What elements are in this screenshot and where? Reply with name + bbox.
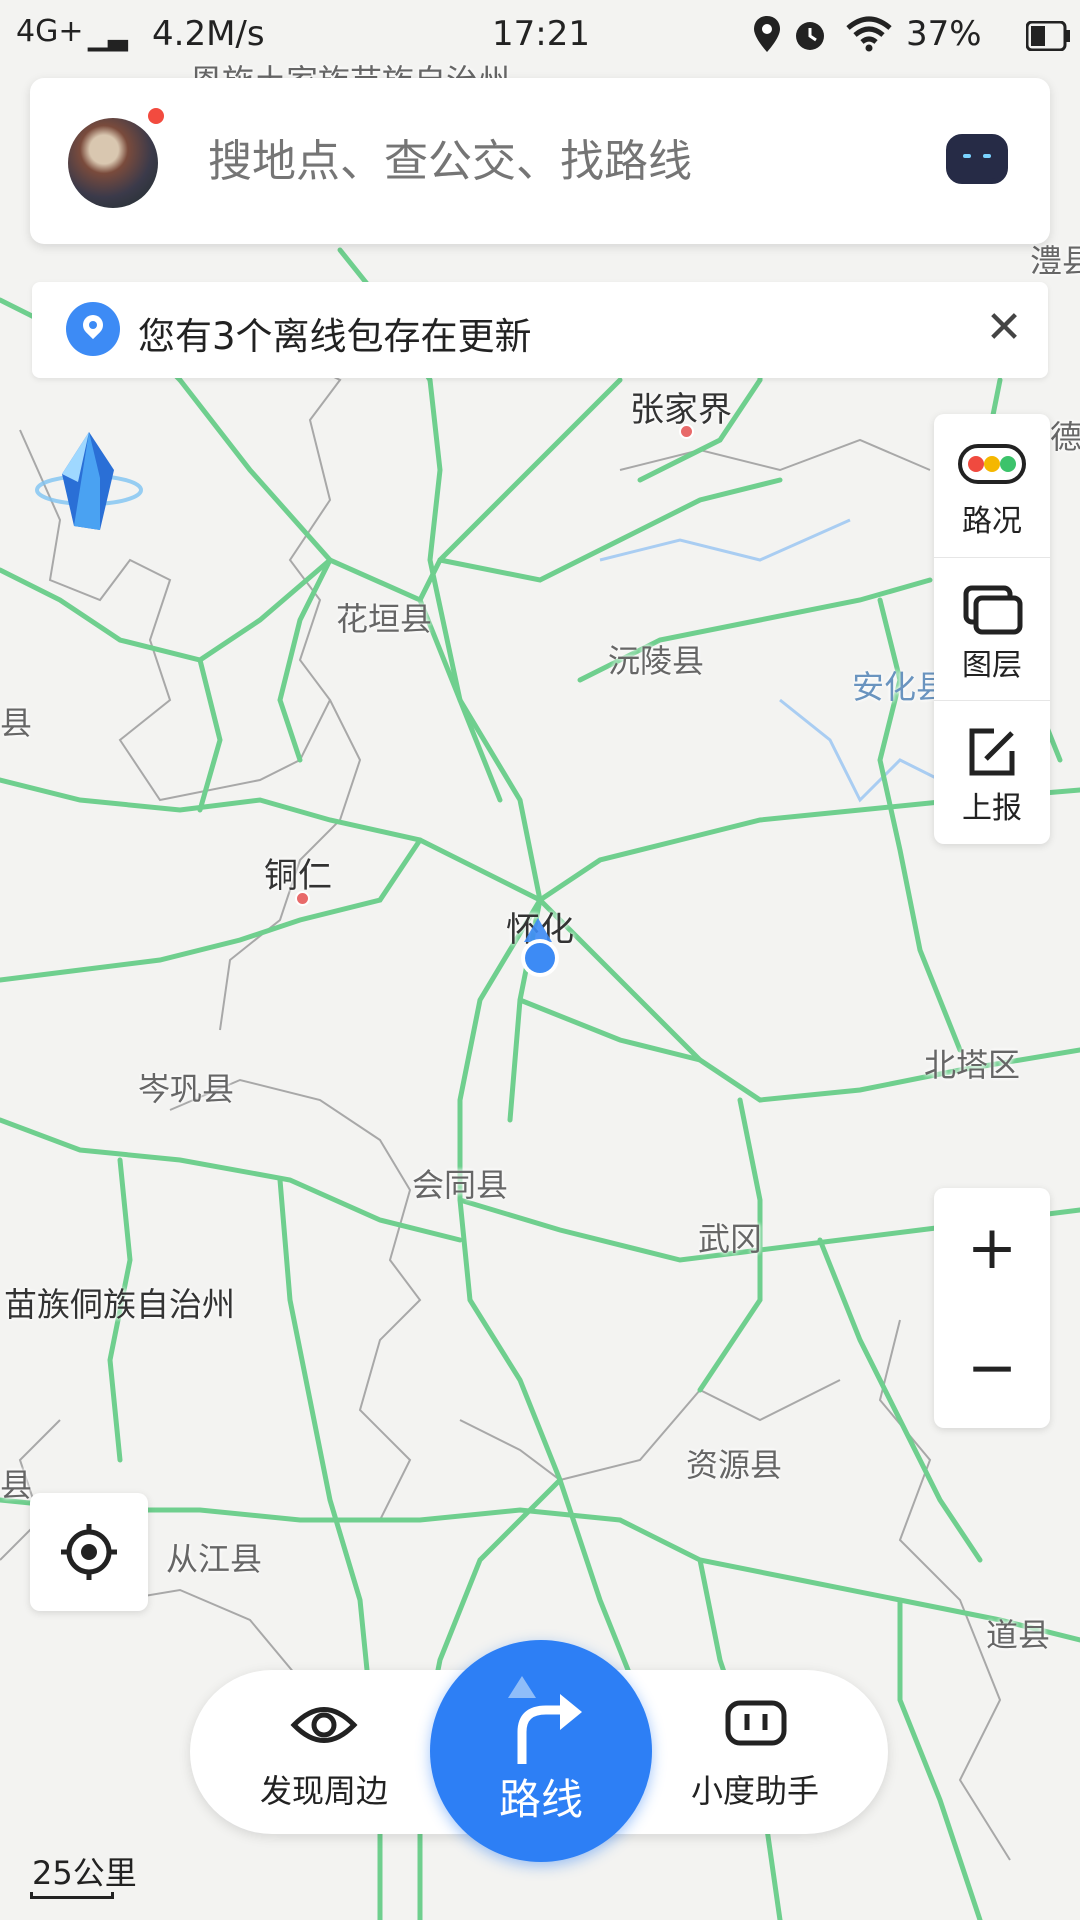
signal-icon: ▁▃ xyxy=(88,22,128,52)
map-label: 德 xyxy=(1050,418,1080,456)
map-label-city: 铜仁 xyxy=(264,856,332,896)
map-label: 从江县 xyxy=(166,1540,263,1578)
route-button[interactable]: 路线 xyxy=(430,1640,652,1862)
traffic-label: 路况 xyxy=(962,504,1022,539)
offline-package-notice[interactable]: 您有3个离线包存在更新 ✕ xyxy=(32,282,1048,378)
robot-assistant-icon[interactable] xyxy=(946,134,1008,184)
edit-icon xyxy=(969,728,1015,776)
traffic-button[interactable]: 路况 xyxy=(934,414,1050,557)
map-scale: 25公里 xyxy=(32,1854,137,1892)
map-tool-panel: 路况 图层 上报 xyxy=(934,414,1050,844)
locate-button[interactable] xyxy=(30,1493,148,1611)
alarm-icon xyxy=(792,16,828,61)
map-label: 县 xyxy=(0,704,33,742)
notification-dot xyxy=(148,108,164,124)
city-dot xyxy=(679,424,694,439)
search-input[interactable] xyxy=(208,136,768,187)
crystal-icon[interactable] xyxy=(34,430,144,540)
map-label: 会同县 xyxy=(412,1166,509,1204)
map-label: 苗族侗族自治州 xyxy=(4,1285,235,1324)
target-icon xyxy=(61,1524,117,1580)
discover-nearby-button[interactable]: 发现周边 xyxy=(224,1670,424,1834)
zoom-control: + − xyxy=(934,1188,1050,1428)
battery-icon xyxy=(1025,20,1070,60)
battery-level: 37% xyxy=(906,14,982,54)
assistant-icon xyxy=(725,1700,787,1746)
xiaodu-assistant-button[interactable]: 小度助手 xyxy=(655,1670,855,1834)
traffic-light-icon xyxy=(958,444,1026,484)
layers-label: 图层 xyxy=(962,648,1022,683)
network-speed: 4.2M/s xyxy=(152,14,265,54)
layers-button[interactable]: 图层 xyxy=(934,557,1050,701)
zoom-out-button[interactable]: − xyxy=(934,1308,1050,1428)
wifi-icon xyxy=(846,16,892,61)
location-pin-icon xyxy=(66,302,120,356)
notice-text: 您有3个离线包存在更新 xyxy=(138,315,532,358)
map-label: 武冈 xyxy=(698,1220,763,1258)
layers-icon xyxy=(963,585,1023,635)
close-icon[interactable]: ✕ xyxy=(978,302,1030,354)
current-location-marker xyxy=(521,918,559,977)
search-card[interactable] xyxy=(30,78,1050,244)
route-label: 路线 xyxy=(498,1775,583,1824)
city-dot xyxy=(295,891,310,906)
map-label: 岑巩县 xyxy=(138,1070,235,1108)
assistant-label: 小度助手 xyxy=(690,1772,819,1810)
report-label: 上报 xyxy=(962,791,1022,826)
map-label-city: 张家界 xyxy=(630,390,732,430)
map-label: 资源县 xyxy=(686,1446,783,1484)
map-label: 道县 xyxy=(986,1616,1051,1654)
network-indicator: 4G+ xyxy=(16,14,84,49)
map-label: 花垣县 xyxy=(336,600,433,638)
discover-label: 发现周边 xyxy=(259,1772,388,1810)
eye-icon xyxy=(290,1707,358,1743)
map-label: 北塔区 xyxy=(924,1046,1021,1084)
map-label: 县 xyxy=(0,1466,33,1504)
report-button[interactable]: 上报 xyxy=(934,700,1050,844)
scale-bar xyxy=(30,1892,114,1899)
zoom-in-button[interactable]: + xyxy=(934,1188,1050,1308)
map-label: 沅陵县 xyxy=(608,642,705,680)
clock: 17:21 xyxy=(492,14,590,54)
route-arrow-icon xyxy=(508,1676,582,1764)
location-icon xyxy=(754,16,780,61)
status-bar: 4G+ ▁▃ 4.2M/s 17:21 37% xyxy=(0,0,1080,72)
user-avatar[interactable] xyxy=(68,118,158,208)
